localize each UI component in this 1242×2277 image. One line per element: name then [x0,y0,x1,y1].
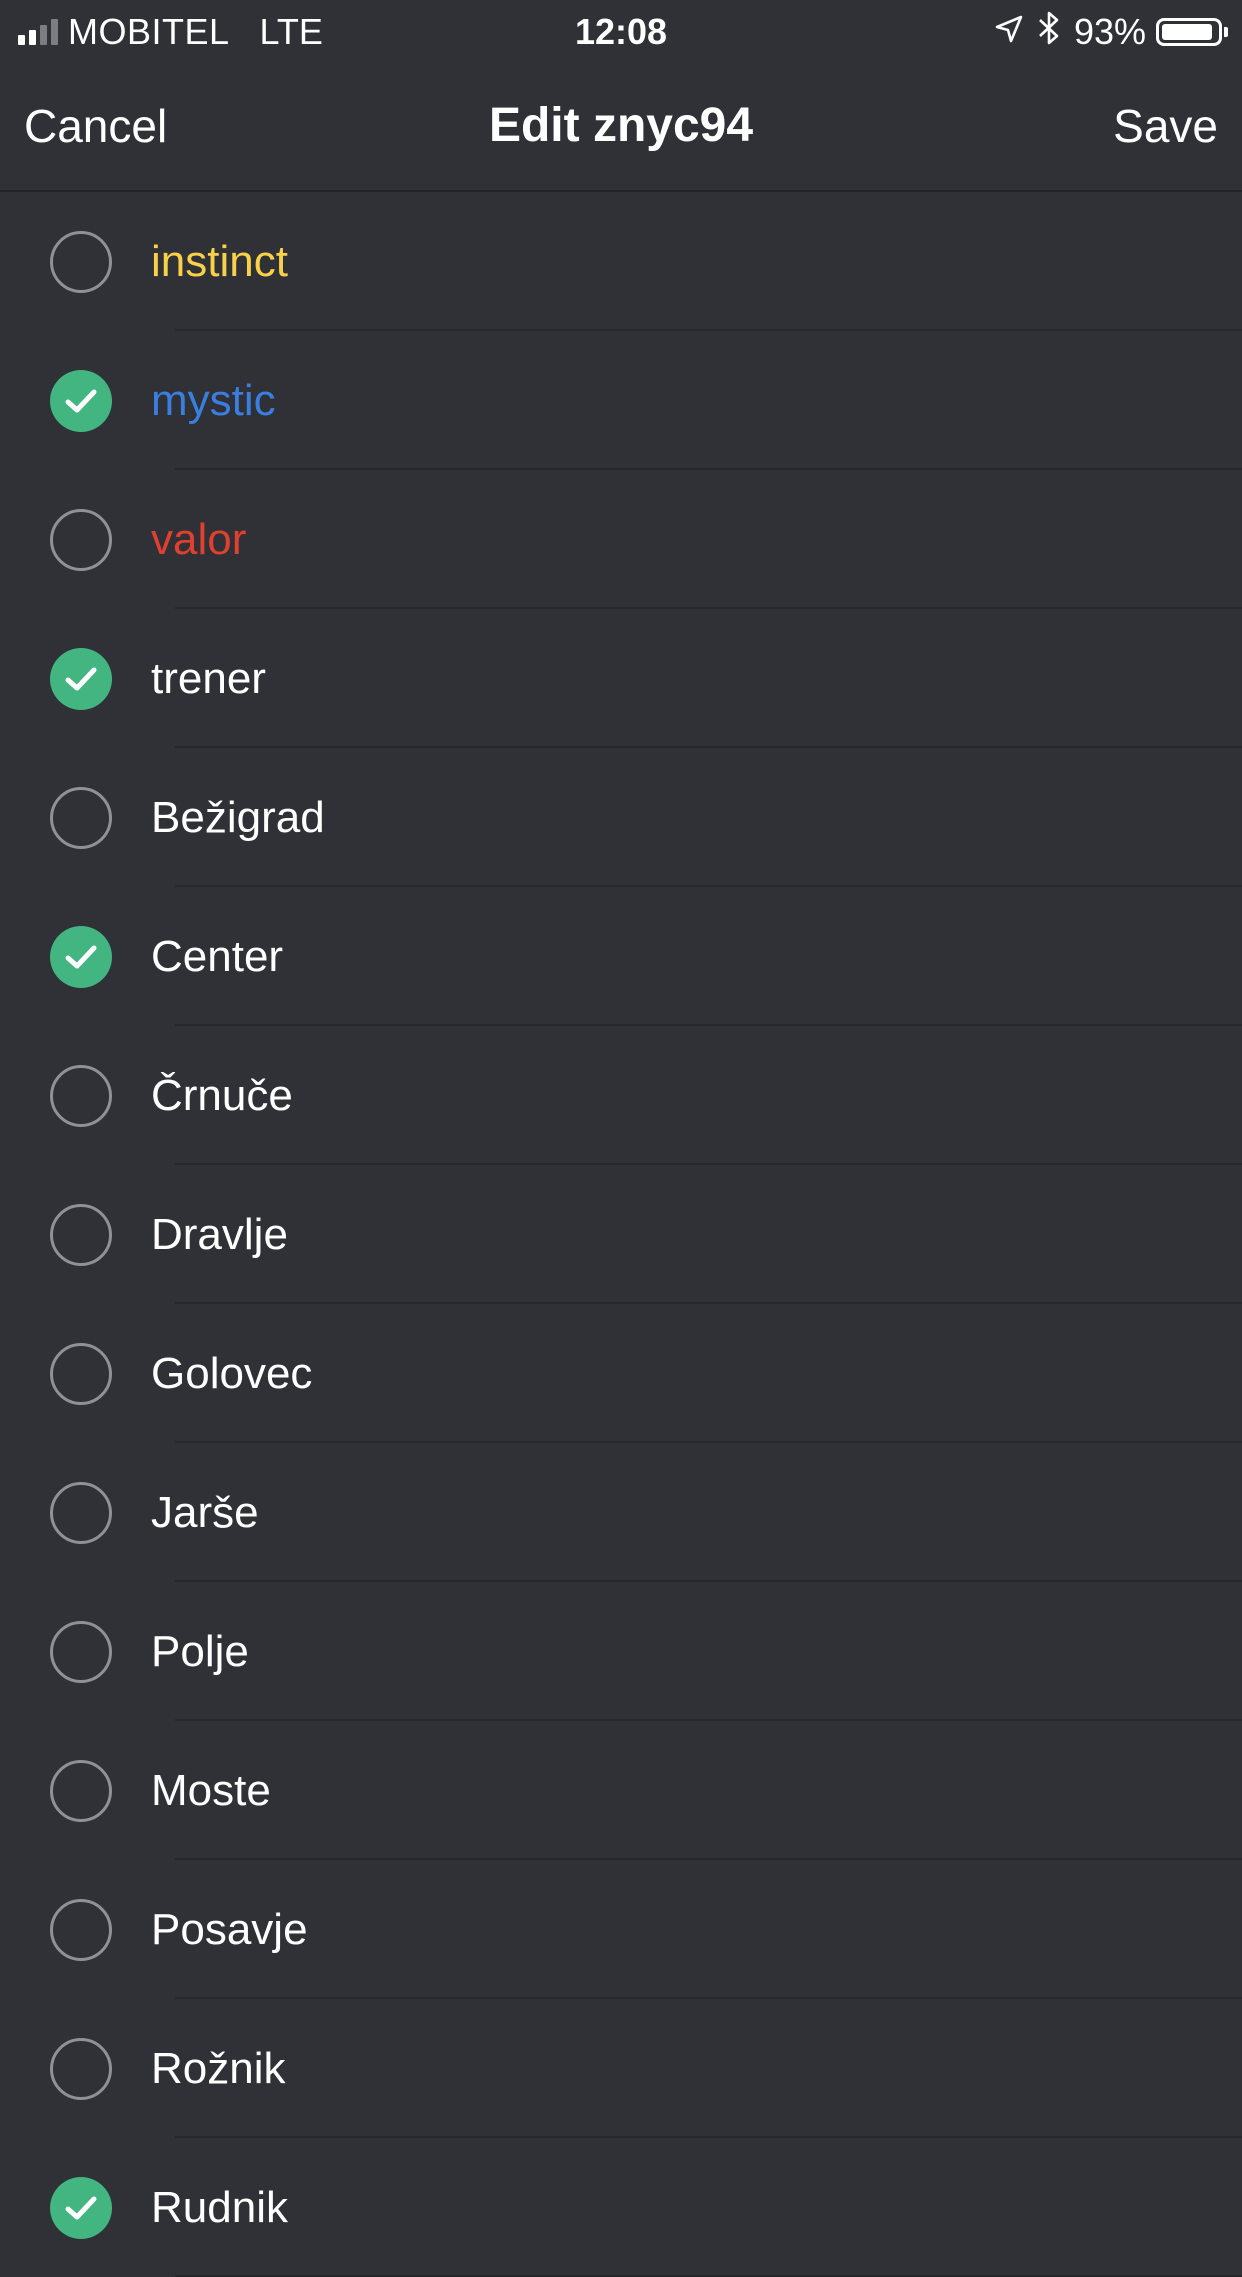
role-row[interactable]: Bežigrad [0,748,1242,887]
role-label: Rožnik [151,2044,286,2093]
role-label: Golovec [151,1349,313,1398]
role-label: Moste [151,1766,271,1815]
unchecked-checkbox-icon[interactable] [50,230,112,293]
role-row[interactable]: mystic [0,331,1242,470]
role-label: Polje [151,1627,249,1676]
unchecked-checkbox-icon[interactable] [50,1620,112,1683]
location-icon [994,11,1024,53]
status-bar: MOBITEL LTE 12:08 93% [0,0,1242,62]
navigation-bar: Cancel Edit znyc94 Save [0,62,1242,192]
role-row[interactable]: Center [0,887,1242,1026]
role-row[interactable]: valor [0,470,1242,609]
role-row[interactable]: Rožnik [0,1999,1242,2138]
role-row[interactable]: trener [0,609,1242,748]
battery-icon [1156,18,1228,46]
role-label: Bežigrad [151,793,325,842]
bluetooth-icon [1038,11,1060,54]
role-row[interactable]: Posavje [0,1860,1242,1999]
role-label: Jarše [151,1488,259,1537]
role-label: Center [151,932,284,981]
unchecked-checkbox-icon[interactable] [50,508,112,571]
unchecked-checkbox-icon[interactable] [50,786,112,849]
unchecked-checkbox-icon[interactable] [50,1203,112,1266]
role-label: Dravlje [151,1210,288,1259]
battery-percent: 93% [1073,11,1146,52]
unchecked-checkbox-icon[interactable] [50,2037,112,2100]
unchecked-checkbox-icon[interactable] [50,1898,112,1961]
role-row[interactable]: Golovec [0,1304,1242,1443]
checked-checkbox-icon[interactable] [50,925,112,988]
role-row[interactable]: Moste [0,1721,1242,1860]
role-row[interactable]: Polje [0,1582,1242,1721]
role-label: mystic [151,376,276,425]
unchecked-checkbox-icon[interactable] [50,1064,112,1127]
role-label: trener [151,654,266,703]
save-button[interactable]: Save [1113,62,1218,190]
checked-checkbox-icon[interactable] [50,369,112,432]
role-row[interactable]: Dravlje [0,1165,1242,1304]
page-title: Edit znyc94 [488,99,754,152]
unchecked-checkbox-icon[interactable] [50,1481,112,1544]
checked-checkbox-icon[interactable] [50,647,112,710]
unchecked-checkbox-icon[interactable] [50,1342,112,1405]
role-list: instinct mystic valor trener Bežigrad Center Č… [0,192,1242,2277]
role-label: instinct [151,237,288,286]
status-right: 93% [994,10,1228,54]
unchecked-checkbox-icon[interactable] [50,1759,112,1822]
role-row[interactable]: Jarše [0,1443,1242,1582]
role-label: Posavje [151,1905,308,1954]
role-label: Črnuče [151,1071,293,1120]
role-row[interactable]: instinct [0,192,1242,331]
role-row[interactable]: Črnuče [0,1026,1242,1165]
role-label: valor [151,515,247,564]
